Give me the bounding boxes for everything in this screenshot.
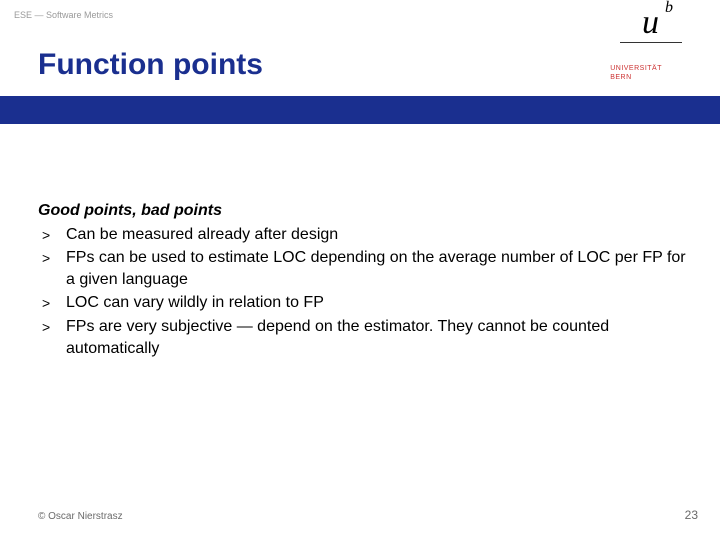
- logo-divider: [620, 42, 682, 43]
- title-bar: [0, 96, 720, 124]
- slide: ESE — Software Metrics Function points u…: [0, 0, 720, 540]
- bullet-marker-icon: >: [38, 316, 66, 337]
- content-subheading: Good points, bad points: [38, 200, 690, 222]
- list-item: > LOC can vary wildly in relation to FP: [38, 292, 690, 314]
- logo-letter-b: b: [665, 0, 673, 16]
- list-item: > FPs are very subjective — depend on th…: [38, 316, 690, 359]
- bullet-text: FPs are very subjective — depend on the …: [66, 316, 690, 359]
- bullet-text: LOC can vary wildly in relation to FP: [66, 292, 690, 314]
- university-name: UNIVERSITÄT BERN: [610, 64, 662, 82]
- bullet-marker-icon: >: [38, 247, 66, 268]
- slide-title: Function points: [38, 48, 263, 82]
- footer-page-number: 23: [685, 508, 698, 522]
- list-item: > Can be measured already after design: [38, 224, 690, 246]
- bullet-text: FPs can be used to estimate LOC dependin…: [66, 247, 690, 290]
- university-line2: BERN: [610, 74, 631, 81]
- university-line1: UNIVERSITÄT: [610, 65, 662, 72]
- header-label: ESE — Software Metrics: [14, 10, 113, 20]
- logo-letter-u: u b: [642, 6, 659, 40]
- bullet-list: > Can be measured already after design >…: [38, 224, 690, 360]
- content-block: Good points, bad points > Can be measure…: [38, 200, 690, 361]
- logo-u-text: u: [642, 4, 659, 41]
- bullet-marker-icon: >: [38, 224, 66, 245]
- list-item: > FPs can be used to estimate LOC depend…: [38, 247, 690, 290]
- bullet-marker-icon: >: [38, 292, 66, 313]
- footer-copyright: © Oscar Nierstrasz: [38, 511, 123, 522]
- bullet-text: Can be measured already after design: [66, 224, 690, 246]
